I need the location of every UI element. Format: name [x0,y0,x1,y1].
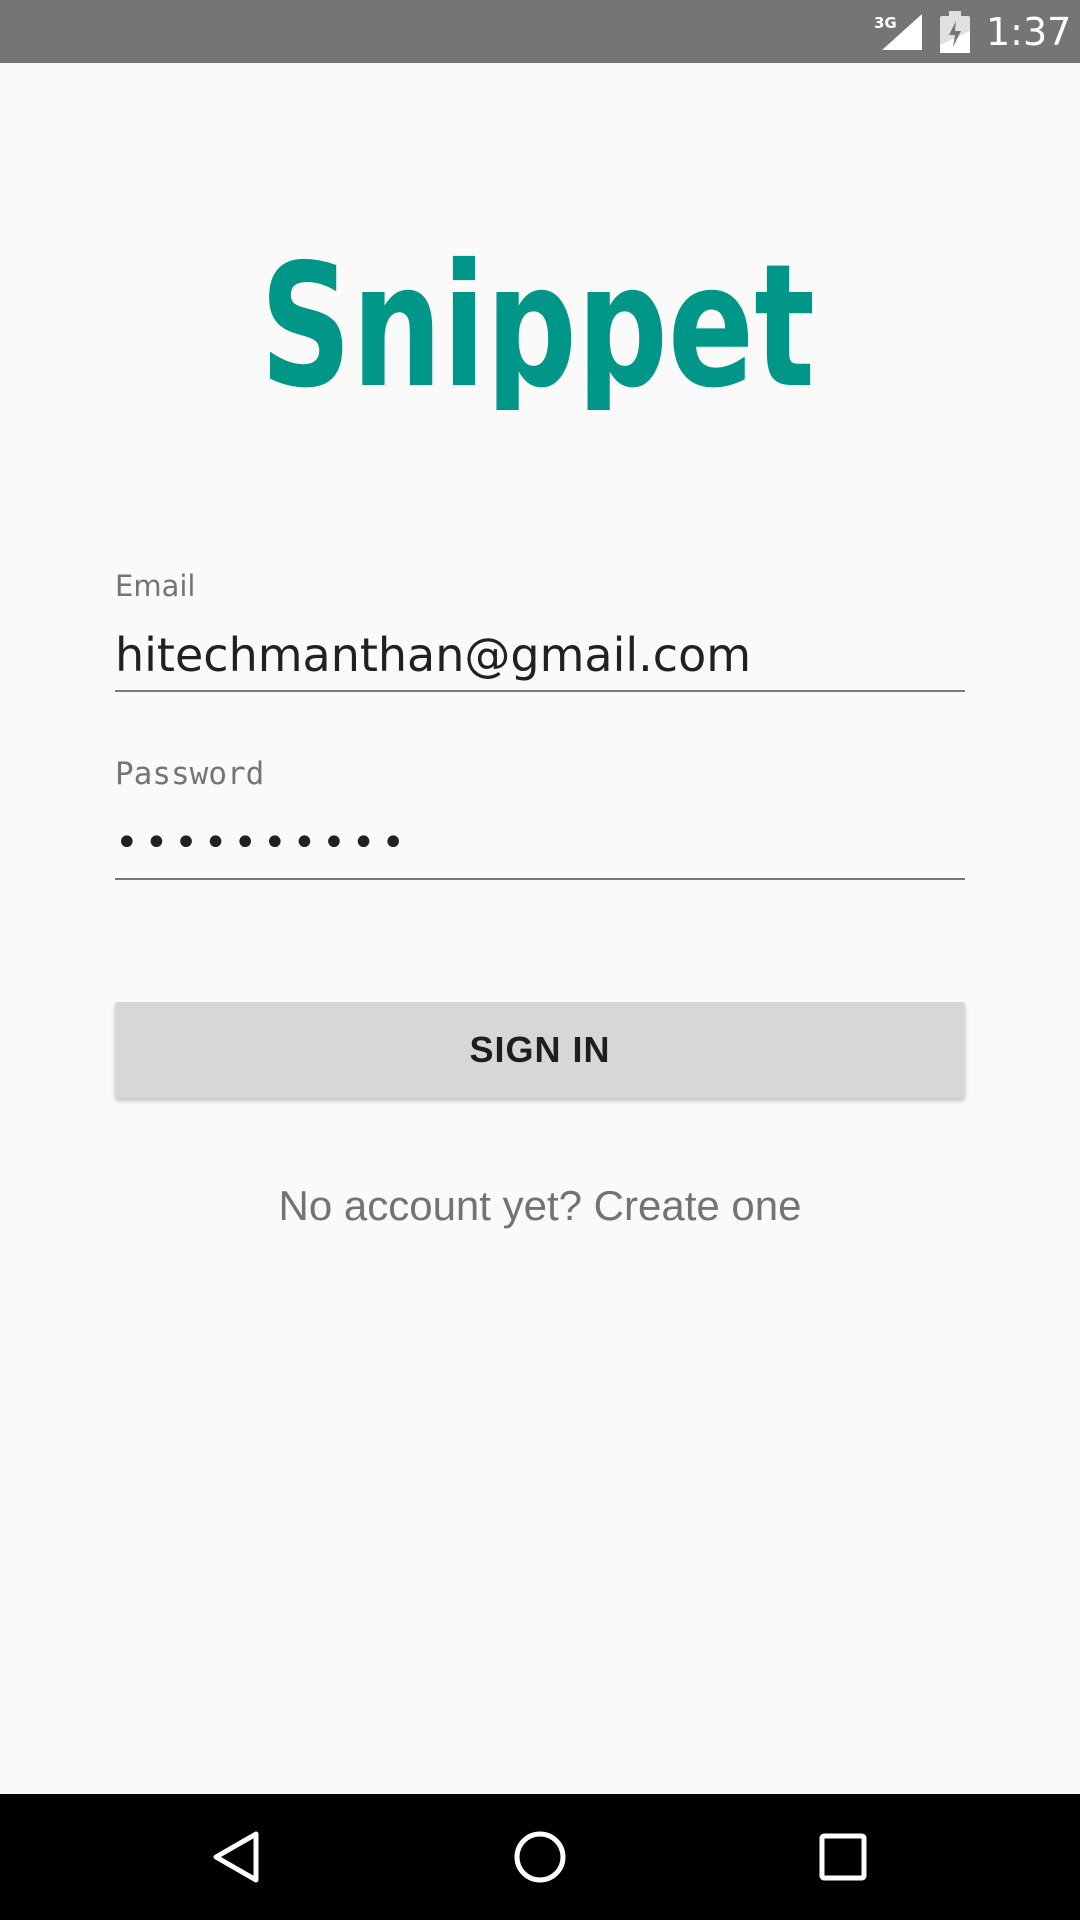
clock: 1:37 [986,10,1072,54]
snippet-logo: Snippet [260,240,815,410]
sign-in-button[interactable]: SIGN IN [115,1002,965,1098]
logo-text: Snippet [260,240,815,410]
network-type-label: 3G [874,14,897,32]
signal-icon: 3G [874,14,922,50]
back-icon[interactable] [202,1822,272,1892]
create-account-link[interactable]: No account yet? Create one [0,1180,1080,1232]
home-icon[interactable] [505,1822,575,1892]
password-label: Password [115,756,265,792]
email-field[interactable] [115,620,965,692]
navigation-bar [0,1794,1080,1920]
password-field[interactable] [115,808,965,880]
recents-icon[interactable] [808,1822,878,1892]
battery-icon [940,11,970,53]
email-label: Email [115,569,196,603]
status-bar: 3G 1:37 [0,0,1080,63]
